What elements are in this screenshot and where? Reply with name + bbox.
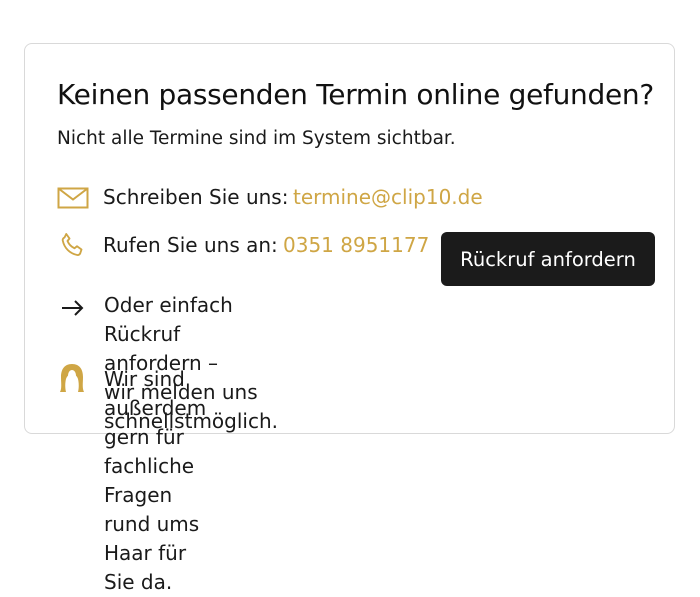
email-label: Schreiben Sie uns: [103, 185, 289, 209]
card-title: Keinen passenden Termin online gefunden? [57, 78, 654, 111]
callback-request-button[interactable]: Rückruf anfordern [441, 232, 655, 286]
hair-note-line2: Haar für Sie da. [104, 541, 187, 594]
envelope-icon [57, 187, 89, 213]
phone-label: Rufen Sie uns an: [103, 233, 278, 257]
hair-woman-icon [58, 362, 86, 398]
email-link[interactable]: termine@clip10.de [293, 185, 483, 209]
hair-note-line1: Wir sind außerdem gern für fachliche Fra… [104, 367, 207, 536]
arrow-right-icon [60, 298, 86, 322]
phone-link[interactable]: 0351 8951177 [283, 233, 429, 257]
card-subtitle: Nicht alle Termine sind im System sichtb… [57, 128, 456, 149]
phone-icon [58, 230, 88, 264]
